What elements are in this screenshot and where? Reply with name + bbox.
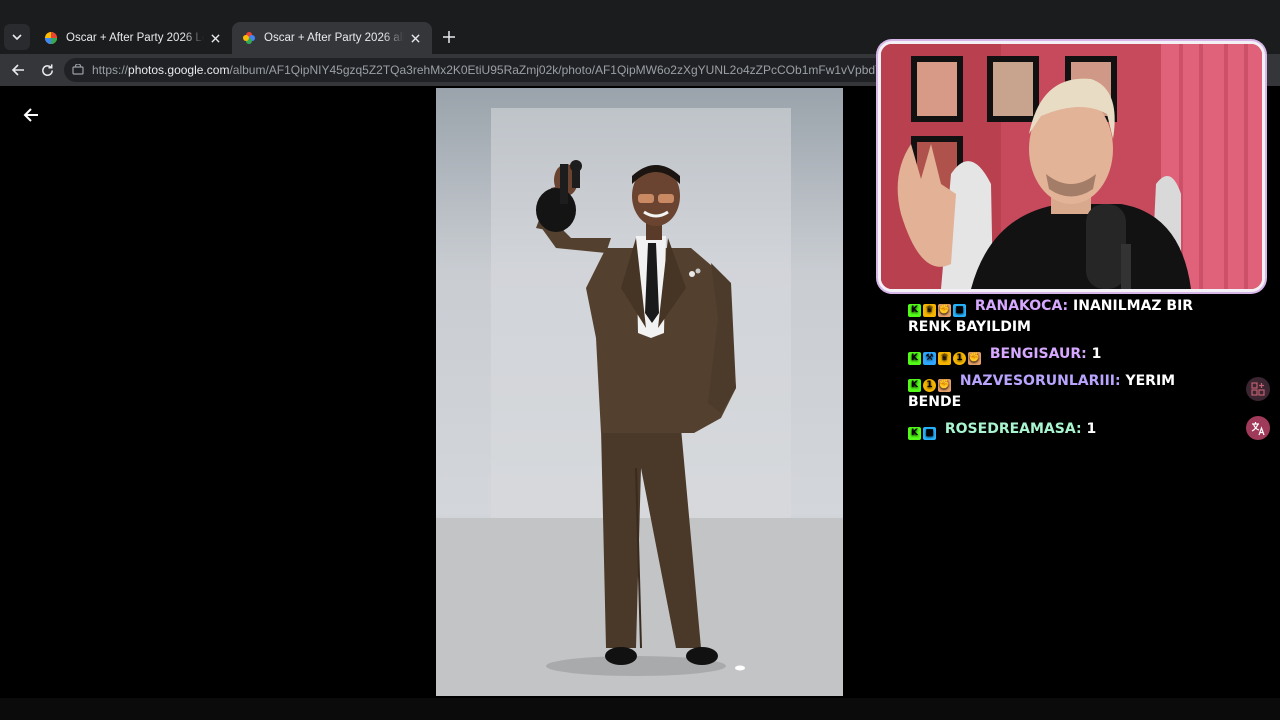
arrow-left-icon [23, 108, 38, 122]
url-path: /album/AF1QipNIY45gzq5Z2TQa3rehMx2K0EtiU… [229, 63, 916, 77]
close-tab-icon[interactable] [208, 31, 222, 45]
muscle-badge-icon: ✊ [938, 379, 951, 392]
chat-colon: : [1081, 346, 1087, 362]
arrow-left-icon [11, 64, 24, 76]
streamer-webcam [878, 41, 1265, 292]
plus-icon [443, 31, 455, 43]
kick-badge-icon: K [908, 379, 921, 392]
translate-icon[interactable] [1246, 416, 1270, 440]
chat-message: K ♛ ✊ ■ RANAKOCA: INANILMAZ BIR RENK BAYILD… [908, 296, 1208, 338]
reload-button[interactable] [37, 60, 57, 80]
coin-badge-icon: 1 [923, 379, 936, 392]
google-photos-icon [45, 32, 57, 44]
chat-message: K ■ ROSEDREAMASA: 1 [908, 419, 1208, 440]
muscle-badge-icon: ✊ [968, 352, 981, 365]
cube-badge-icon: ■ [953, 304, 966, 317]
cube-badge-icon: ■ [923, 427, 936, 440]
chat-colon: : [1115, 373, 1121, 389]
chat-text: 1 [1091, 346, 1102, 362]
close-tab-icon[interactable] [408, 31, 422, 45]
reload-icon [41, 63, 53, 76]
coin-badge-icon: 1 [953, 352, 966, 365]
new-tab-button[interactable] [440, 28, 458, 46]
tab-oscar-looks[interactable]: Oscar + After Party 2026 Looks - T [34, 22, 232, 54]
google-photos-icon [243, 32, 255, 44]
crown-badge-icon: ♛ [923, 304, 936, 317]
site-info-icon[interactable] [70, 62, 86, 78]
tab-title: Oscar + After Party 2026 Looks - T [66, 32, 204, 44]
chat-username: ROSEDREAMASA [944, 421, 1076, 437]
url-scheme: https:// [92, 63, 129, 77]
crown-badge-icon: ♛ [938, 352, 951, 365]
back-button[interactable] [8, 60, 28, 80]
taskbar-strip [0, 698, 1280, 720]
tab-title: Oscar + After Party 2026 albümünde [264, 32, 404, 44]
apps-grid-icon[interactable] [1246, 377, 1270, 401]
tab-search-button[interactable] [4, 24, 30, 50]
chat-colon: : [1075, 421, 1082, 437]
photo-image[interactable] [436, 88, 843, 696]
hammer-badge-icon: ⚒ [923, 352, 936, 365]
chevron-down-icon [12, 34, 22, 41]
muscle-badge-icon: ✊ [938, 304, 951, 317]
close-viewer-button[interactable] [20, 104, 42, 126]
chat-username: NAZVESORUNLARIII [959, 373, 1115, 389]
url-text: https://photos.google.com/album/AF1QipNI… [92, 63, 916, 77]
chat-message: K 1 ✊ NAZVESORUNLARIII: YERIM BENDE [908, 371, 1208, 413]
chat-text: 1 [1086, 421, 1097, 437]
tab-oscar-album[interactable]: Oscar + After Party 2026 albümünde [232, 22, 432, 54]
chat-username: BENGISAUR [989, 346, 1082, 362]
kick-badge-icon: K [908, 304, 921, 317]
url-host: photos.google.com [128, 63, 230, 77]
chat-username: RANAKOCA [974, 298, 1063, 314]
kick-badge-icon: K [908, 352, 921, 365]
chat-overlay: K ♛ ✊ ■ RANAKOCA: INANILMAZ BIR RENK BAYILD… [908, 296, 1208, 446]
chat-colon: : [1062, 298, 1069, 314]
kick-badge-icon: K [908, 427, 921, 440]
chat-message: K ⚒ ♛ 1 ✊ BENGISAUR: 1 [908, 344, 1208, 365]
